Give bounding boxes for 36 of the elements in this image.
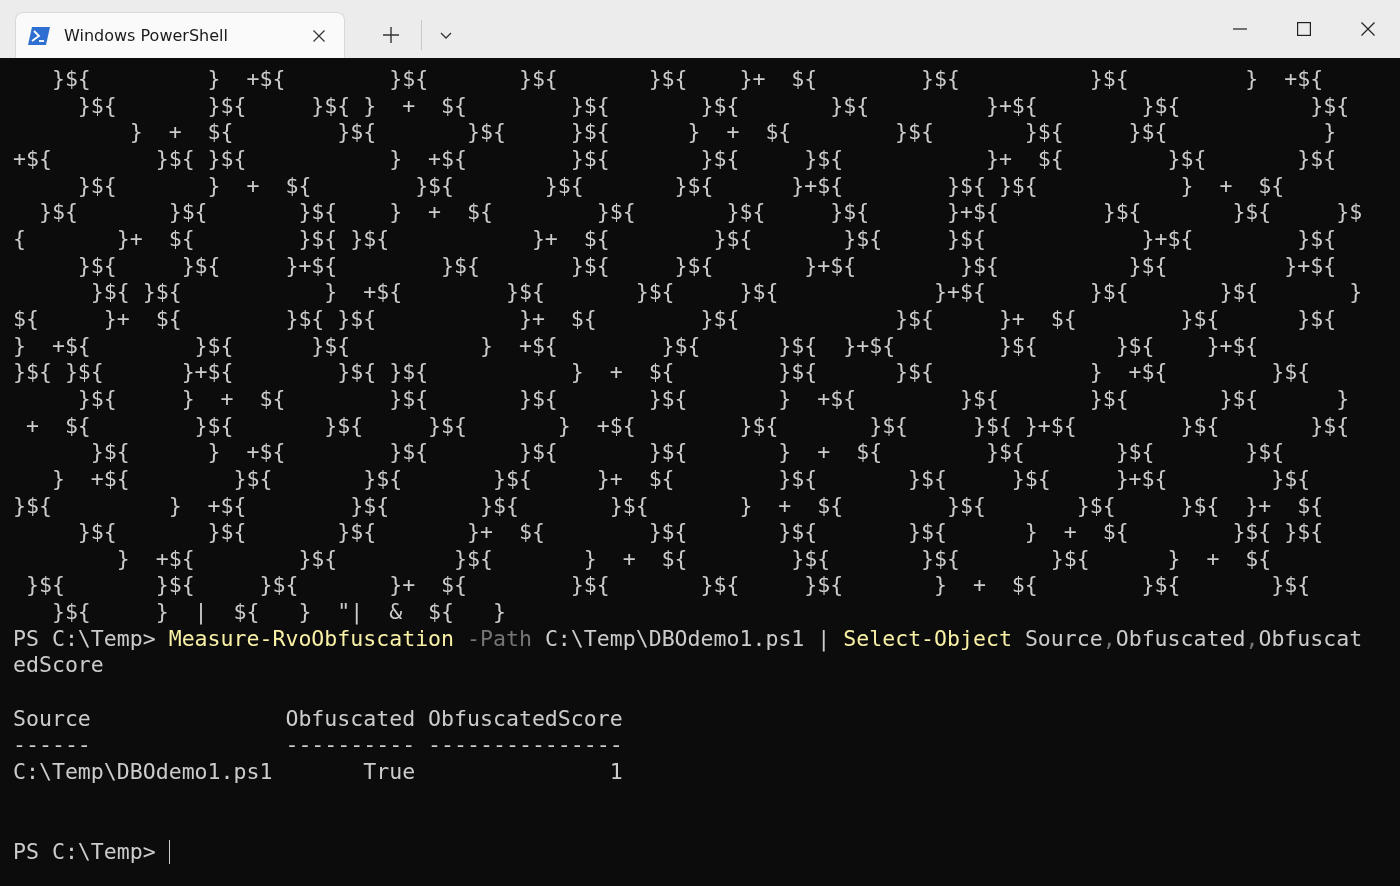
terminal-line: }${ } +${ }${ }${ }${ } + ${ }${ }${ }${ (89, 439, 1285, 466)
terminal-prompt-icon (28, 26, 50, 45)
terminal-line: }${ } +${ }${ }${ }${ }+ ${ }${ }${ } +${ (50, 66, 1324, 93)
minimize-icon (1233, 28, 1247, 30)
terminal-line: }${ } + ${ }${ }${ }${ } +${ }${ }${ }${ } (76, 385, 1350, 413)
terminal-line: }${ }${ } +${ }${ }${ }${ }+${ }${ }${ } (89, 279, 1363, 306)
text-cursor (168, 840, 170, 865)
terminal-line: }${ }${ }${ } + ${ }${ }${ }${ }+${ }${ }${ (76, 92, 1350, 120)
close-icon (1361, 22, 1375, 36)
terminal-line: }${ }${ }+${ }${ }${ }${ }+${ }${ }${ }+${ (76, 252, 1337, 280)
terminal-line: }${ }${ }+${ }${ }${ } + ${ }${ }${ } +${ }${ (13, 359, 1311, 386)
terminal-line: }${ } + ${ }${ }${ }${ }+${ }${ }${ } + ${ (76, 172, 1285, 200)
terminal-line: }${ } +${ }${ }${ }${ } + ${ }${ }${ }${ }+ ${ (13, 492, 1324, 520)
terminal-line: +${ }${ }${ } +${ }${ }${ }${ }+ ${ }${ }${ (13, 145, 1337, 173)
terminal-line: } +${ }${ }${ }${ }+ ${ }${ }${ }${ }+${ }${ (50, 465, 1311, 493)
terminal-line: }${ }${ }${ }+ ${ }${ }${ }${ } + ${ }${ }${ (76, 519, 1324, 546)
tab[interactable]: Windows PowerShell (15, 12, 345, 58)
prompt: PS C:\Temp> (13, 839, 157, 866)
terminal-line: + ${ }${ }${ }${ } +${ }${ }${ }${ }+${ }${ }${ (24, 412, 1350, 440)
close-icon (313, 29, 325, 42)
output-line: Source Obfuscated ObfuscatedScore (13, 705, 623, 733)
terminal-line: ${ }+ ${ }${ }${ }+ ${ }${ }${ }+ ${ }${ }${ (13, 305, 1337, 333)
plus-icon (382, 26, 400, 44)
terminal-line: } +${ }${ }${ } + ${ }${ }${ }${ } + ${ (115, 545, 1272, 573)
maximize-icon (1297, 22, 1311, 36)
command-line: PS C:\Temp> Measure-RvoObfuscation -Path C:\Temp\DBOdemo1.ps1 | Select-Object Source,Obfuscated,ObfuscatedScore (13, 625, 1364, 680)
terminal-line: }${ }${ }${ } + ${ }${ }${ }${ }+${ }${ }${ }$ (37, 199, 1363, 226)
terminal-line: { }+ ${ }${ }${ }+ ${ }${ }${ }${ }+${ }${ (13, 225, 1337, 253)
terminal-line: }${ } | ${ } "| & ${ } (50, 599, 506, 626)
terminal-line: }${ }${ }${ }+ ${ }${ }${ }${ } + ${ }${ }${ (24, 572, 1311, 600)
chevron-down-icon (440, 31, 452, 39)
terminal-line: } +${ }${ }${ } +${ }${ }${ }+${ }${ }${ }+${ (13, 332, 1259, 360)
output-line: ------ ---------- --------------- (13, 732, 623, 760)
tab-title: Windows PowerShell (64, 26, 229, 45)
terminal-line: } + ${ }${ }${ }${ } + ${ }${ }${ }${ } (128, 119, 1337, 146)
output-line: C:\Temp\DBOdemo1.ps1 True 1 (13, 759, 623, 786)
